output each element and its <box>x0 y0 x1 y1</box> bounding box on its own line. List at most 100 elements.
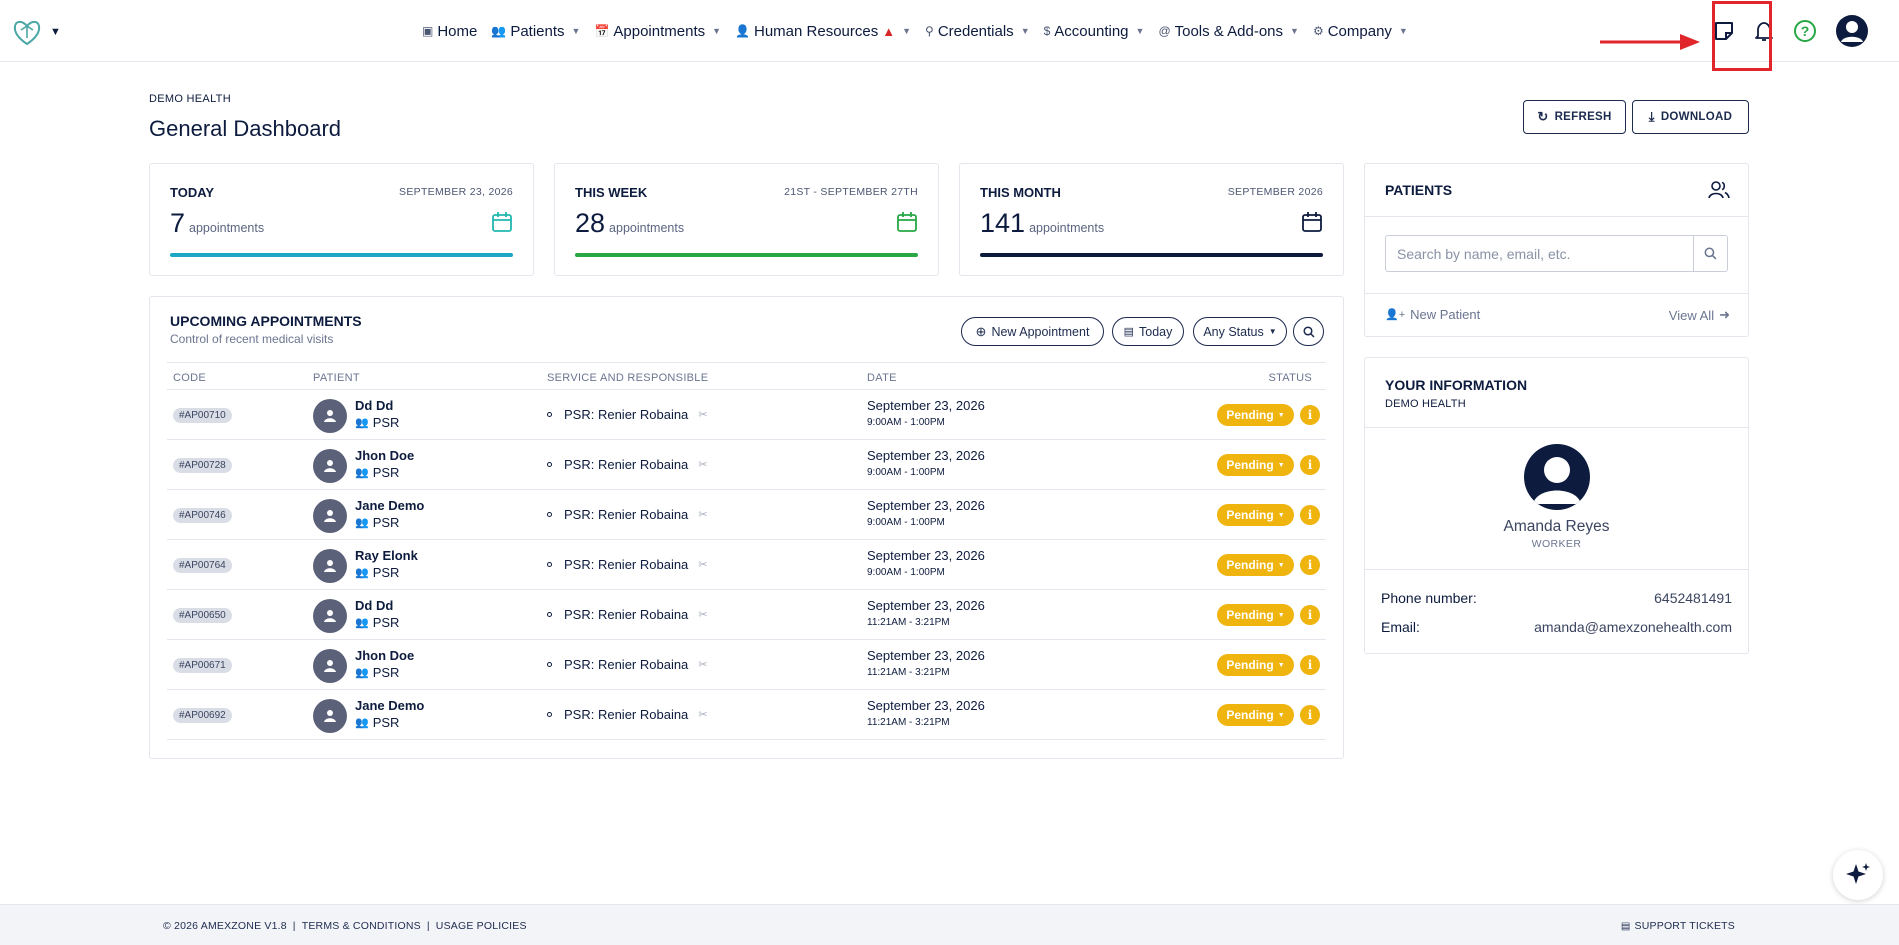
patient-role-label: PSR <box>372 665 400 680</box>
bullet-icon <box>547 512 552 517</box>
info-icon[interactable]: i <box>1300 505 1320 525</box>
status-dropdown[interactable]: Pending ▼ <box>1217 654 1294 676</box>
status-dropdown[interactable]: Pending ▼ <box>1217 704 1294 726</box>
user-icon <box>324 410 336 422</box>
nav-label: Company <box>1327 22 1392 40</box>
today-filter-button[interactable]: ▤ Today <box>1112 317 1184 346</box>
bullet-icon <box>547 712 552 717</box>
patient-search-input[interactable] <box>1386 236 1694 271</box>
table-row[interactable]: #AP00671 Jhon Doe 👥 PSR PSR: Renier Robai… <box>167 640 1326 690</box>
new-patient-link[interactable]: 👤+ New Patient <box>1385 307 1480 322</box>
col-service: SERVICE AND RESPONSIBLE <box>547 372 709 384</box>
refresh-label: REFRESH <box>1554 111 1612 123</box>
nav-label: Tools & Add-ons <box>1174 22 1284 40</box>
patient-name[interactable]: Ray Elonk <box>355 548 418 563</box>
info-icon[interactable]: i <box>1300 605 1320 625</box>
scissors-icon: ✂ <box>698 659 708 671</box>
patient-role: 👥 PSR <box>355 415 399 430</box>
user-icon <box>324 510 336 522</box>
info-icon[interactable]: i <box>1300 705 1320 725</box>
status-dropdown[interactable]: Pending ▼ <box>1217 454 1294 476</box>
status-dropdown[interactable]: Pending ▼ <box>1217 504 1294 526</box>
table-row[interactable]: #AP00728 Jhon Doe 👥 PSR PSR: Renier Robai… <box>167 440 1326 490</box>
nav-item-patients[interactable]: 👥 Patients ▼ <box>491 23 580 40</box>
appointment-code: #AP00671 <box>173 658 232 673</box>
patient-avatar <box>313 649 347 683</box>
ai-assistant-button[interactable] <box>1833 850 1883 900</box>
appointment-code: #AP00650 <box>173 608 232 623</box>
status-filter-dropdown[interactable]: Any Status ▼ <box>1193 317 1287 346</box>
table-row[interactable]: #AP00650 Dd Dd 👥 PSR PSR: Renier Robaina ✂… <box>167 590 1326 640</box>
appointment-code: #AP00710 <box>173 408 232 423</box>
phone-value: 6452481491 <box>1654 590 1732 606</box>
table-row[interactable]: #AP00710 Dd Dd 👥 PSR PSR: Renier Robaina ✂… <box>167 390 1326 440</box>
nav-item-human-resources[interactable]: 👤 Human Resources ▲ ▼ <box>735 23 911 40</box>
service-label: PSR: Renier Robaina <box>564 607 689 622</box>
usage-policies-link[interactable]: USAGE POLICIES <box>436 920 527 932</box>
appointment-time: 9:00AM - 1:00PM <box>867 517 945 528</box>
users-icon: 👥 <box>355 467 369 479</box>
user-icon <box>324 710 336 722</box>
nav-item-accounting[interactable]: $ Accounting ▼ <box>1044 23 1145 40</box>
support-tickets-link[interactable]: ▤ SUPPORT TICKETS <box>1621 920 1735 932</box>
nav-item-credentials[interactable]: ⚲ Credentials ▼ <box>925 23 1030 40</box>
chevron-down-icon: ▼ <box>1277 711 1285 719</box>
patient-name[interactable]: Jane Demo <box>355 698 424 713</box>
status-label: Pending <box>1226 658 1274 672</box>
app-logo[interactable]: ▼ <box>12 18 61 46</box>
annotation-highlight-box <box>1712 1 1772 71</box>
info-icon[interactable]: i <box>1300 455 1320 475</box>
table-row[interactable]: #AP00764 Ray Elonk 👥 PSR PSR: Renier Roba… <box>167 540 1326 590</box>
stat-card-today: TODAY SEPTEMBER 23, 2026 7 appointments <box>149 163 534 276</box>
calendar-icon: ▤ <box>1123 326 1135 338</box>
new-appointment-button[interactable]: ⊕ New Appointment <box>961 317 1104 346</box>
info-icon[interactable]: i <box>1300 555 1320 575</box>
view-all-link[interactable]: View All ➜ <box>1669 307 1730 323</box>
chevron-down-icon: ▼ <box>1290 26 1299 36</box>
patient-name[interactable]: Jhon Doe <box>355 448 414 463</box>
status-dropdown[interactable]: Pending ▼ <box>1217 604 1294 626</box>
info-icon[interactable]: i <box>1300 655 1320 675</box>
user-avatar-icon[interactable] <box>1835 14 1869 48</box>
status-dropdown[interactable]: Pending ▼ <box>1217 404 1294 426</box>
support-tickets-label: SUPPORT TICKETS <box>1634 920 1735 932</box>
patient-role: 👥 PSR <box>355 515 399 530</box>
table-row[interactable]: #AP00692 Jane Demo 👥 PSR PSR: Renier Roba… <box>167 690 1326 740</box>
help-icon[interactable]: ? <box>1793 19 1817 43</box>
users-icon: 👥 <box>355 617 369 629</box>
status-label: Pending <box>1226 608 1274 622</box>
search-appointments-button[interactable] <box>1293 317 1324 346</box>
stat-value-wrap: 141 appointments <box>980 208 1104 239</box>
table-row[interactable]: #AP00746 Jane Demo 👥 PSR PSR: Renier Roba… <box>167 490 1326 540</box>
appointment-time: 11:21AM - 3:21PM <box>867 717 950 728</box>
chevron-down-icon[interactable]: ▼ <box>50 26 61 38</box>
patient-name[interactable]: Jhon Doe <box>355 648 414 663</box>
stat-unit: appointments <box>609 221 685 235</box>
status-dropdown[interactable]: Pending ▼ <box>1217 554 1294 576</box>
patient-name[interactable]: Dd Dd <box>355 598 393 613</box>
download-label: DOWNLOAD <box>1660 111 1733 123</box>
patient-name[interactable]: Jane Demo <box>355 498 424 513</box>
monitor-icon: ▣ <box>422 24 434 38</box>
profile-avatar <box>1524 444 1590 510</box>
info-icon[interactable]: i <box>1300 405 1320 425</box>
nav-item-company[interactable]: ⚙ Company ▼ <box>1313 23 1408 40</box>
calendar-icon <box>492 212 512 232</box>
new-appointment-label: New Appointment <box>991 324 1090 339</box>
nav-item-appointments[interactable]: 📅 Appointments ▼ <box>594 23 721 40</box>
chevron-down-icon: ▼ <box>1020 26 1030 36</box>
refresh-button[interactable]: ↻ REFRESH <box>1523 100 1626 134</box>
patient-search-button[interactable] <box>1693 236 1727 271</box>
terms-link[interactable]: TERMS & CONDITIONS <box>302 920 421 932</box>
patient-name[interactable]: Dd Dd <box>355 398 393 413</box>
chevron-down-icon: ▼ <box>1277 561 1285 569</box>
nav-item-tools[interactable]: @ Tools & Add-ons ▼ <box>1158 23 1299 40</box>
stat-progress-bar <box>980 253 1323 257</box>
scissors-icon: ✂ <box>698 709 708 721</box>
nav-item-home[interactable]: ▣ Home <box>422 23 477 40</box>
patient-avatar <box>313 599 347 633</box>
at-icon: @ <box>1158 24 1171 38</box>
appointment-code: #AP00692 <box>173 708 232 723</box>
scissors-icon: ✂ <box>698 559 708 571</box>
download-button[interactable]: ⤓ DOWNLOAD <box>1632 100 1749 134</box>
